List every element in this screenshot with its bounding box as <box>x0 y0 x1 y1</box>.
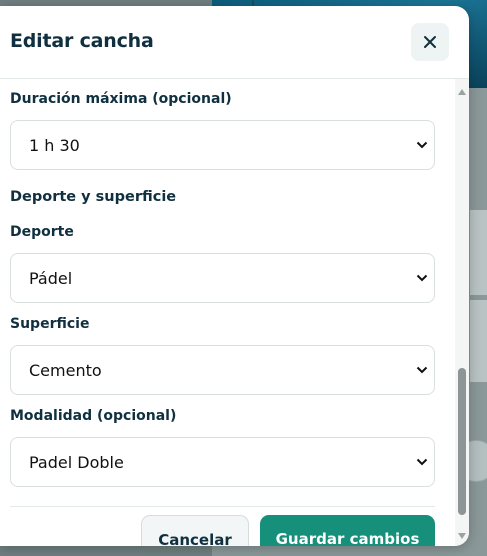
surface-select[interactable]: Cemento <box>10 345 435 395</box>
save-changes-button-label: Guardar cambios <box>275 530 420 546</box>
max-duration-select[interactable]: 1 h 30 <box>10 120 435 170</box>
surface-label: Superficie <box>10 316 90 332</box>
cancel-button[interactable]: Cancelar <box>141 515 249 546</box>
close-icon <box>424 36 436 48</box>
modality-label: Modalidad (opcional) <box>10 408 177 424</box>
background-card <box>470 210 487 295</box>
footer-divider <box>10 506 435 507</box>
sport-select[interactable]: Pádel <box>10 253 435 303</box>
chevron-down-icon <box>416 458 428 466</box>
scroll-down-arrow-icon[interactable] <box>458 533 466 539</box>
modality-select[interactable]: Padel Doble <box>10 437 435 487</box>
background-card <box>470 300 487 382</box>
modal-header: Editar cancha <box>0 6 469 79</box>
cancel-button-label: Cancelar <box>158 531 232 546</box>
max-duration-label: Duración máxima (opcional) <box>10 91 232 107</box>
save-changes-button[interactable]: Guardar cambios <box>260 515 435 546</box>
close-button[interactable] <box>411 23 449 61</box>
chevron-down-icon <box>416 366 428 374</box>
max-duration-value: 1 h 30 <box>29 136 80 155</box>
edit-court-modal: Editar cancha Duración máxima (opcional)… <box>0 6 469 546</box>
modal-title: Editar cancha <box>10 30 154 52</box>
modality-value: Padel Doble <box>29 453 124 472</box>
chevron-down-icon <box>416 141 428 149</box>
chevron-down-icon <box>416 274 428 282</box>
scrollbar-thumb[interactable] <box>458 368 466 515</box>
sport-value: Pádel <box>29 269 73 288</box>
scrollbar[interactable] <box>455 79 469 546</box>
surface-value: Cemento <box>29 361 102 380</box>
scroll-up-arrow-icon[interactable] <box>458 89 466 95</box>
modal-body: Duración máxima (opcional) 1 h 30 Deport… <box>0 79 455 546</box>
section-title-sport-surface: Deporte y superficie <box>10 189 177 205</box>
sport-label: Deporte <box>10 224 74 240</box>
